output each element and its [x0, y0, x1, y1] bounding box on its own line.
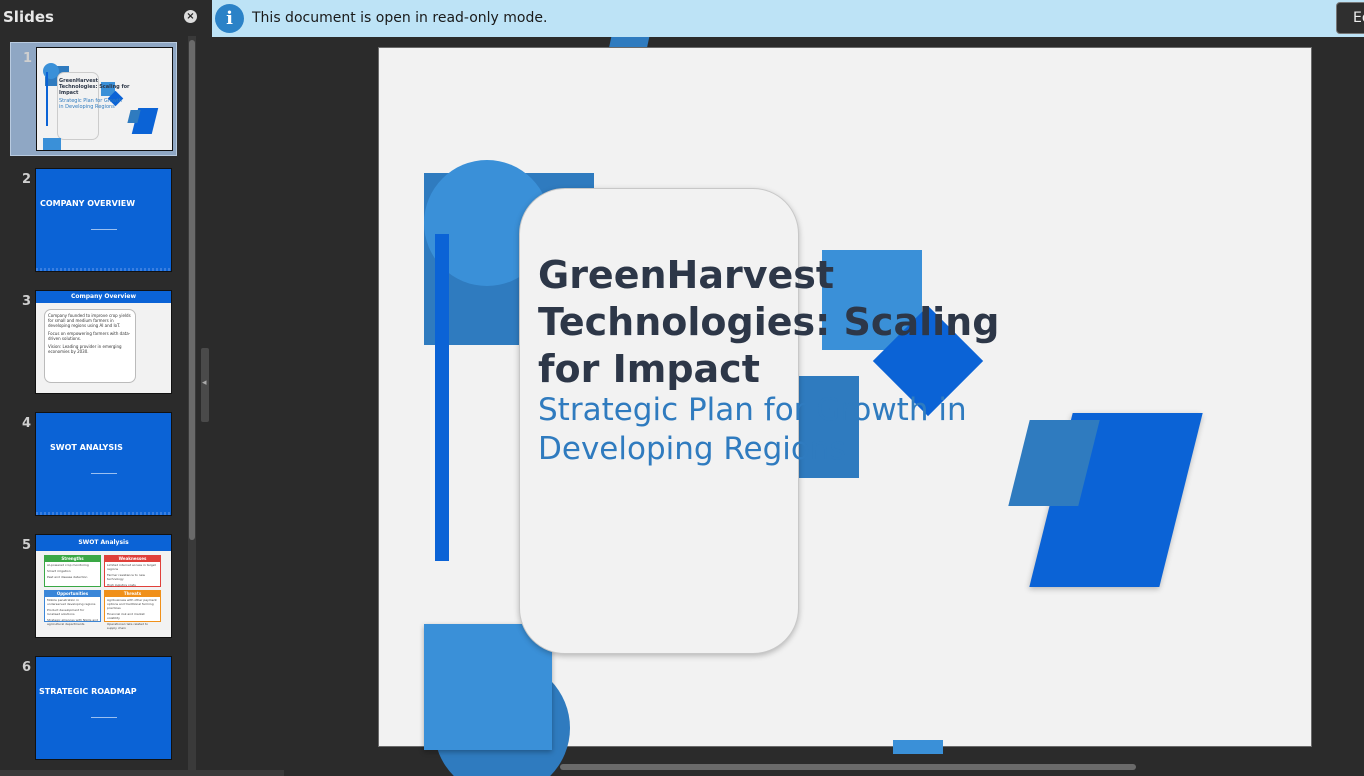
decor-rectangle — [893, 740, 943, 754]
swot-line: Agribusiness with other payment options … — [107, 598, 157, 610]
slide-title[interactable]: GreenHarvest Technologies: Scaling for I… — [538, 252, 1058, 393]
thumbnail-title: STRATEGIC ROADMAP — [39, 687, 137, 696]
close-icon[interactable]: × — [184, 10, 197, 23]
slide-thumbnail-4[interactable]: 4 SWOT ANALYSIS — [10, 408, 177, 522]
slide-thumbnail-1[interactable]: 1 GreenHarvest Technologies: Scaling for… — [10, 42, 177, 156]
swot-line: Operational risks related to supply chai… — [107, 622, 149, 630]
thumbnail-subtitle: Strategic Plan for Growth in Developing … — [59, 98, 122, 110]
slide-thumbnail-6[interactable]: 6 STRATEGIC ROADMAP — [10, 652, 177, 766]
infobar-message: This document is open in read-only mode. — [252, 10, 548, 26]
slide-number: 6 — [22, 660, 32, 675]
thumbnail-bullet: Vision: Leading provider in emerging eco… — [48, 344, 122, 354]
slide-preview: GreenHarvest Technologies: Scaling for I… — [36, 47, 173, 151]
thumbnail-bullet: Focus on empowering farmers with data-dr… — [48, 331, 131, 341]
slides-pane-title: Slides — [3, 8, 54, 26]
slide-preview: SWOT ANALYSIS — [35, 412, 172, 516]
pane-splitter[interactable]: ◂ — [201, 348, 209, 422]
slide-canvas: GreenHarvest Technologies: Scaling for I… — [212, 37, 1364, 776]
decor-bar — [435, 234, 449, 561]
thumbnail-bullet: Company founded to improve crop yields f… — [48, 313, 131, 328]
swot-box: Weaknesses Limited internet access in ta… — [104, 555, 161, 587]
slide-preview: SWOT Analysis Strengths AI-powered crop … — [35, 534, 172, 638]
swot-line: Strategic alliances with NGOs and agricu… — [47, 618, 99, 626]
readonly-infobar: i This document is open in read-only mod… — [212, 0, 1364, 37]
swot-box: Strengths AI-powered crop monitoring Sma… — [44, 555, 101, 587]
slide-thumbnail-3[interactable]: 3 Company Overview Company founded to im… — [10, 286, 177, 400]
slide-number: 4 — [22, 416, 32, 431]
chevron-left-icon: ◂ — [202, 378, 207, 388]
info-icon: i — [215, 4, 244, 33]
slide-number: 3 — [22, 294, 32, 309]
swot-line: Financial risk and market volatility — [107, 612, 145, 620]
decor-square — [424, 624, 552, 750]
scrollbar-thumb[interactable] — [189, 40, 195, 540]
horizontal-scrollbar[interactable] — [560, 764, 1136, 770]
swot-box: Opportunities Mobile penetration in unde… — [44, 590, 101, 626]
swot-line: Farmer resistance to new technology — [107, 573, 145, 581]
thumbnail-title: SWOT ANALYSIS — [50, 443, 123, 452]
swot-line: Pest and disease detection — [47, 575, 88, 579]
thumbnail-title: GreenHarvest Technologies: Scaling for I… — [59, 78, 130, 96]
slide-list: 1 GreenHarvest Technologies: Scaling for… — [0, 36, 186, 776]
swot-line: Limited internet access in target region… — [107, 563, 156, 571]
slide-number: 2 — [22, 172, 32, 187]
thumbnail-title: COMPANY OVERVIEW — [40, 199, 136, 208]
slide-number: 1 — [23, 51, 33, 66]
swot-line: Mobile penetration in underserved develo… — [47, 598, 96, 606]
slide-subtitle[interactable]: Strategic Plan for Growth in Developing … — [538, 391, 998, 469]
slides-pane: Slides × 1 GreenHarvest Technologies: Sc… — [0, 0, 200, 776]
thumbnail-title: Company Overview — [36, 291, 171, 303]
slide-preview: COMPANY OVERVIEW — [35, 168, 172, 272]
slide-1[interactable]: GreenHarvest Technologies: Scaling for I… — [378, 47, 1312, 776]
slide-preview: STRATEGIC ROADMAP — [35, 656, 172, 760]
slides-scrollbar[interactable] — [188, 36, 196, 776]
slide-preview: Company Overview Company founded to impr… — [35, 290, 172, 394]
swot-box: Threats Agribusiness with other payment … — [104, 590, 161, 630]
slide-thumbnail-5[interactable]: 5 SWOT Analysis Strengths AI-powered cro… — [10, 530, 177, 644]
slides-pane-header: Slides × — [0, 0, 200, 34]
thumbnail-title: SWOT Analysis — [36, 535, 171, 551]
status-strip — [0, 770, 284, 776]
slide-number: 5 — [22, 538, 32, 553]
swot-line: Product development for localised soluti… — [47, 608, 85, 616]
slide-thumbnail-2[interactable]: 2 COMPANY OVERVIEW — [10, 164, 177, 278]
edit-document-button[interactable]: Ed — [1336, 2, 1364, 34]
swot-line: High logistics costs — [107, 583, 136, 587]
